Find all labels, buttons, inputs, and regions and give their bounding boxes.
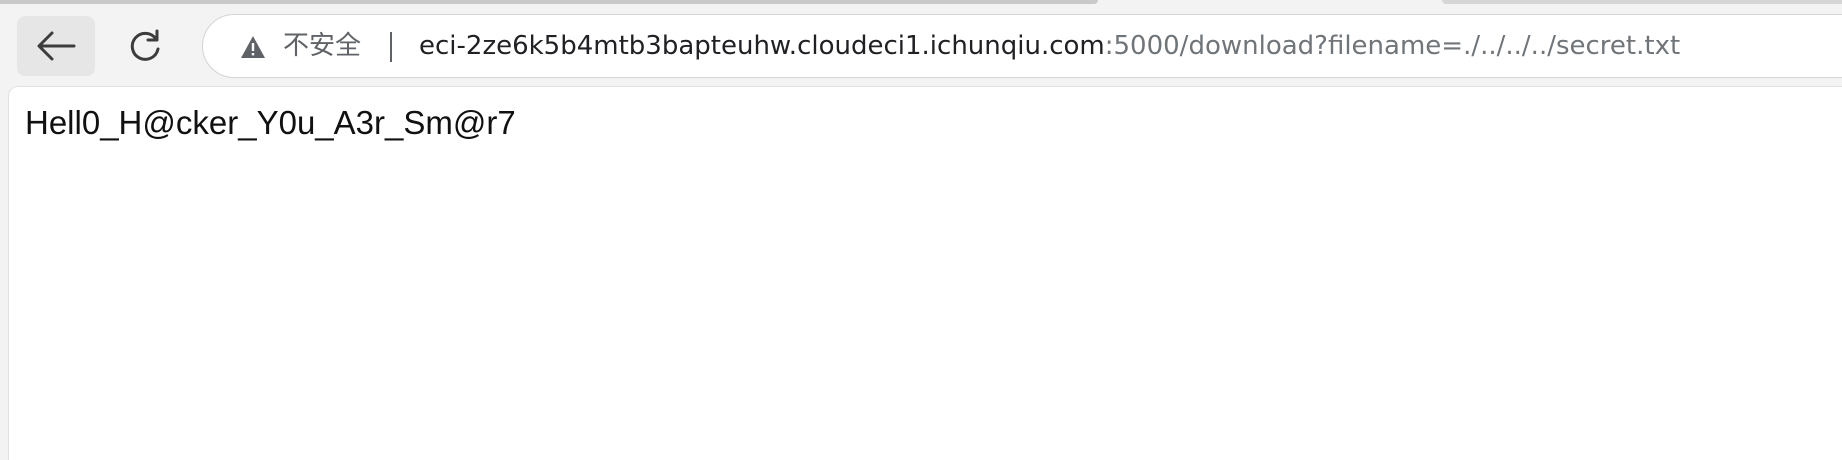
url-host: eci-2ze6k5b4mtb3bapteuhw.cloudeci1.ichun… [419, 31, 1105, 61]
reload-button[interactable] [106, 16, 184, 76]
warning-triangle-icon[interactable] [240, 35, 266, 59]
browser-toolbar: 不安全 eci-2ze6k5b4mtb3bapteuhw.cloudeci1.i… [0, 6, 1842, 86]
omnibox-divider [390, 32, 392, 62]
url-text[interactable]: eci-2ze6k5b4mtb3bapteuhw.cloudeci1.ichun… [419, 29, 1680, 63]
page-content: Hell0_H@cker_Y0u_A3r_Sm@r7 [8, 86, 1842, 460]
back-button[interactable] [17, 16, 95, 76]
inactive-tab-edge[interactable] [1442, 0, 1842, 4]
security-status-label[interactable]: 不安全 [283, 29, 361, 63]
page-body-text: Hell0_H@cker_Y0u_A3r_Sm@r7 [25, 104, 516, 141]
back-arrow-icon [37, 31, 76, 61]
active-tab-edge[interactable] [0, 0, 1098, 4]
url-path: :5000/download?filename=./../../../secre… [1104, 31, 1681, 61]
address-bar[interactable]: 不安全 eci-2ze6k5b4mtb3bapteuhw.cloudeci1.i… [202, 14, 1842, 78]
reload-icon [130, 29, 160, 61]
